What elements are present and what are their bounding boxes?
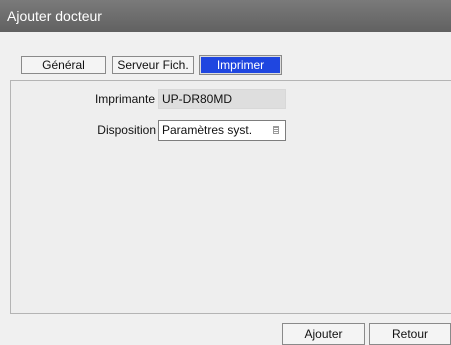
tab-file-server[interactable]: Serveur Fich. [112, 56, 194, 74]
layout-select[interactable]: Paramètres syst. [158, 120, 286, 141]
tab-general[interactable]: Général [21, 56, 106, 74]
add-button[interactable]: Ajouter [282, 323, 365, 345]
printer-field: UP-DR80MD [158, 89, 286, 109]
print-settings-panel [10, 80, 451, 314]
list-icon [273, 126, 279, 134]
tab-print[interactable]: Imprimer [199, 55, 282, 75]
layout-select-value: Paramètres syst. [162, 123, 253, 137]
window-title: Ajouter docteur [0, 0, 451, 32]
printer-label: Imprimante [94, 92, 155, 106]
back-button[interactable]: Retour [369, 323, 451, 345]
layout-label: Disposition [97, 123, 156, 137]
